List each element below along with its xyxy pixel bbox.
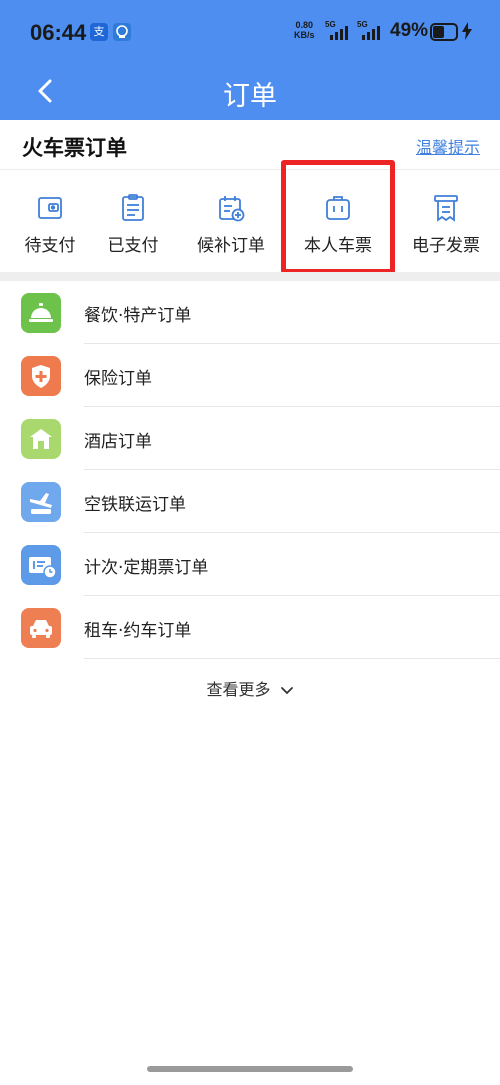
network-speed-unit: KB/s — [294, 30, 315, 40]
signal-icon: 5G — [325, 20, 351, 40]
list-item-insurance-orders[interactable]: 保险订单 — [0, 344, 500, 407]
list-item-label: 保险订单 — [84, 369, 152, 389]
list-item-pass-ticket-orders[interactable]: 计次·定期票订单 — [0, 533, 500, 596]
train-orders-header: 火车票订单 温馨提示 — [0, 120, 500, 170]
alipay-notification-icon: 支 — [90, 23, 108, 41]
view-more-label: 查看更多 — [206, 680, 271, 699]
status-time: 06:44 — [30, 20, 87, 45]
train-order-tabs: 待支付 已支付 候补订单 本人车票 电子发票 — [0, 171, 500, 271]
section-title: 火车票订单 — [22, 136, 127, 160]
app-notification-icon — [113, 23, 131, 41]
list-item-car-rental-orders[interactable]: 租车·约车订单 — [0, 596, 500, 659]
list-item-label: 计次·定期票订单 — [84, 558, 209, 578]
tab-label: 电子发票 — [412, 236, 480, 256]
receipt-icon — [431, 193, 461, 223]
wallet-icon — [35, 193, 65, 223]
list-item-food-orders[interactable]: 餐饮·特产订单 — [0, 281, 500, 344]
tips-link[interactable]: 温馨提示 — [416, 134, 480, 158]
highlight-box — [281, 160, 395, 274]
row-divider — [84, 658, 500, 659]
shield-plus-icon — [21, 356, 61, 396]
list-item-label: 空铁联运订单 — [84, 495, 186, 515]
list-item-hotel-orders[interactable]: 酒店订单 — [0, 407, 500, 470]
status-bar: 06:44 支 0.80 KB/s 5G 5G 49% — [0, 0, 500, 62]
network-speed: 0.80 KB/s — [294, 20, 315, 40]
car-icon — [21, 608, 61, 648]
signal-icon: 5G — [357, 20, 383, 40]
clipboard-icon — [118, 193, 148, 223]
page-title: 订单 — [223, 81, 277, 112]
plane-train-icon — [21, 482, 61, 522]
hotel-icon — [21, 419, 61, 459]
nav-bar: 订单 — [0, 62, 500, 120]
charging-icon — [462, 22, 472, 44]
battery-percent: 49% — [390, 20, 429, 41]
food-bell-icon — [21, 293, 61, 333]
calendar-add-icon — [216, 193, 246, 223]
network-speed-value: 0.80 — [295, 20, 314, 30]
tab-e-invoice[interactable]: 电子发票 — [396, 171, 496, 271]
chevron-down-icon — [280, 681, 294, 700]
tab-waitlist-orders[interactable]: 候补订单 — [181, 171, 281, 271]
ticket-clock-icon — [21, 545, 61, 585]
section-divider — [0, 272, 500, 281]
list-item-air-rail-orders[interactable]: 空铁联运订单 — [0, 470, 500, 533]
battery-icon — [430, 23, 458, 41]
list-item-label: 餐饮·特产订单 — [84, 306, 192, 326]
list-item-label: 租车·约车订单 — [84, 621, 192, 641]
home-indicator[interactable] — [147, 1066, 353, 1072]
view-more-button[interactable]: 查看更多 — [0, 676, 500, 700]
tab-paid[interactable]: 已支付 — [83, 171, 183, 271]
tab-label: 候补订单 — [197, 236, 265, 256]
tab-label: 已支付 — [107, 236, 159, 256]
list-item-label: 酒店订单 — [84, 432, 152, 452]
